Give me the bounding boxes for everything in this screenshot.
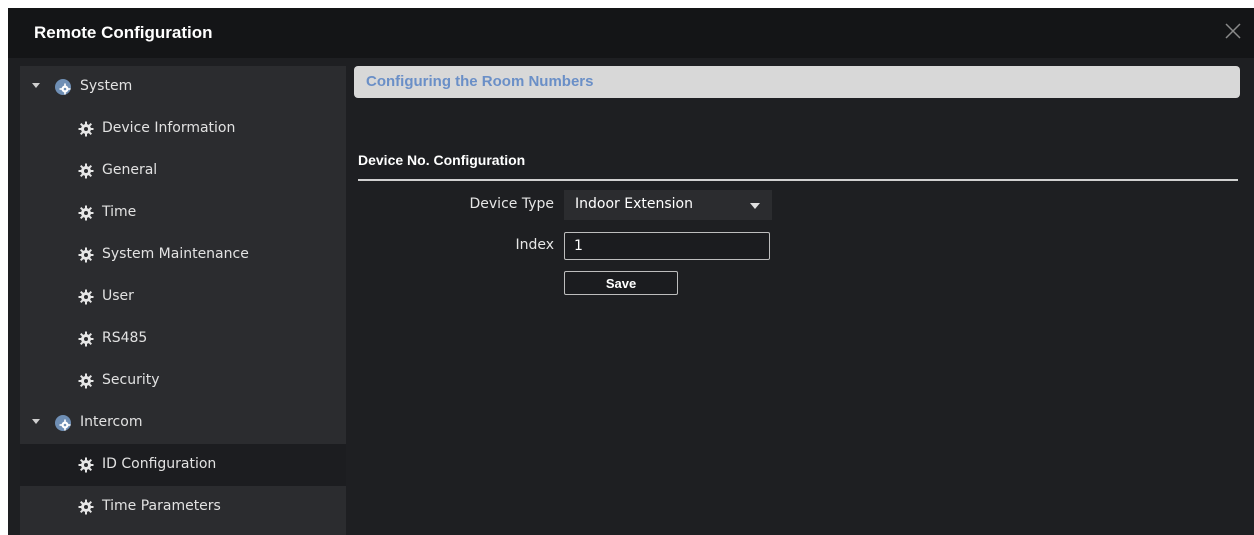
gear-group-icon (54, 414, 72, 432)
device-type-value: Indoor Extension (575, 196, 693, 212)
sidebar-item-label: Time (102, 204, 137, 220)
index-label: Index (515, 237, 554, 253)
sidebar-item-security[interactable]: Security (20, 360, 346, 402)
gear-icon (78, 289, 94, 305)
sidebar-group-system[interactable]: System (20, 66, 346, 108)
sidebar-item-label: General (102, 162, 158, 178)
gear-icon (78, 373, 94, 389)
device-type-select[interactable]: Indoor Extension (564, 190, 772, 220)
expand-arrow-icon[interactable] (32, 419, 40, 424)
sidebar-group-intercom[interactable]: Intercom (20, 402, 346, 444)
gear-group-icon (54, 78, 72, 96)
expand-arrow-icon[interactable] (32, 83, 40, 88)
divider (358, 179, 1238, 181)
main-panel: Configuring the Room Numbers Device No. … (354, 66, 1254, 535)
remote-configuration-window: Remote Configuration System Device Inform… (8, 8, 1254, 535)
gear-icon (78, 121, 94, 137)
device-type-label: Device Type (469, 196, 555, 212)
sidebar-item-rs485[interactable]: RS485 (20, 318, 346, 360)
sidebar-item-label: User (102, 288, 134, 304)
sidebar-item-id-configuration[interactable]: ID Configuration (20, 444, 346, 486)
section-title: Configuring the Room Numbers (366, 73, 594, 90)
section-header: Configuring the Room Numbers (354, 66, 1240, 98)
sidebar-item-label: Security (102, 372, 160, 388)
sidebar-tree: System Device Information General Time Syste… (20, 66, 346, 535)
sidebar-item-label: ID Configuration (102, 456, 217, 472)
sidebar-item-label: System Maintenance (102, 246, 249, 262)
close-icon[interactable] (1222, 20, 1244, 42)
title-bar: Remote Configuration (8, 8, 1254, 58)
gear-icon (78, 331, 94, 347)
sidebar-item-label: Device Information (102, 120, 236, 136)
window-title: Remote Configuration (34, 23, 213, 42)
device-no-configuration-heading: Device No. Configuration (358, 152, 526, 168)
sidebar-item-time-parameters[interactable]: Time Parameters (20, 486, 346, 528)
gear-icon (78, 163, 94, 179)
sidebar-item-general[interactable]: General (20, 150, 346, 192)
gear-icon (78, 499, 94, 515)
sidebar-item-system-maintenance[interactable]: System Maintenance (20, 234, 346, 276)
sidebar-group-label: Intercom (80, 414, 143, 430)
sidebar-group-label: System (80, 78, 133, 94)
sidebar-item-label: Time Parameters (102, 498, 221, 514)
gear-icon (78, 205, 94, 221)
sidebar-item-device-information[interactable]: Device Information (20, 108, 346, 150)
gear-icon (78, 457, 94, 473)
sidebar-item-user[interactable]: User (20, 276, 346, 318)
sidebar-item-time[interactable]: Time (20, 192, 346, 234)
sidebar-item-label: RS485 (102, 330, 148, 346)
gear-icon (78, 247, 94, 263)
chevron-down-icon (750, 203, 760, 209)
save-button[interactable]: Save (564, 271, 678, 295)
index-input[interactable] (564, 232, 770, 260)
